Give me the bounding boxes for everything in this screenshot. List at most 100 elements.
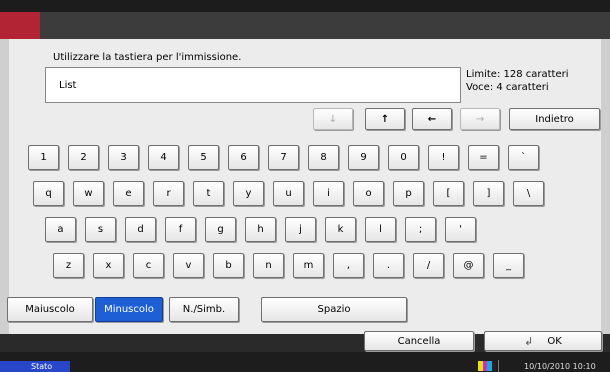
key-label: v (185, 260, 192, 271)
space-button[interactable]: Spazio (261, 297, 407, 322)
key-0-8[interactable]: 9 (348, 145, 379, 170)
key-label: 5 (200, 152, 207, 163)
key-label: z (65, 260, 72, 271)
key-3-9[interactable]: / (413, 253, 444, 278)
key-label: 0 (400, 152, 407, 163)
key-1-3[interactable]: r (153, 181, 184, 206)
text-input[interactable]: List (45, 67, 461, 103)
key-0-6[interactable]: 7 (268, 145, 299, 170)
arrow-down-icon: ↓ (328, 113, 338, 125)
key-1-7[interactable]: i (313, 181, 344, 206)
enter-icon: ↲ (524, 334, 534, 348)
key-label: p (405, 188, 412, 199)
key-3-4[interactable]: b (213, 253, 244, 278)
key-label: b (225, 260, 232, 271)
key-label: , (346, 260, 351, 271)
key-2-2[interactable]: d (125, 217, 156, 242)
key-2-7[interactable]: k (325, 217, 356, 242)
key-0-0[interactable]: 1 (28, 145, 59, 170)
key-2-10[interactable]: ' (445, 217, 476, 242)
cursor-up-button[interactable]: ↑ (365, 108, 405, 130)
symbols-button[interactable]: N./Simb. (169, 297, 239, 322)
key-label: s (97, 224, 104, 235)
key-2-6[interactable]: j (285, 217, 316, 242)
key-1-6[interactable]: u (273, 181, 304, 206)
key-3-2[interactable]: c (133, 253, 164, 278)
symbols-label: N./Simb. (182, 304, 226, 315)
lowercase-label: Minuscolo (104, 304, 154, 315)
key-3-11[interactable]: _ (493, 253, 524, 278)
key-0-1[interactable]: 2 (68, 145, 99, 170)
key-0-11[interactable]: = (468, 145, 499, 170)
key-0-9[interactable]: 0 (388, 145, 419, 170)
header-bar (40, 12, 610, 39)
key-label: ` (521, 152, 526, 163)
cursor-down-button[interactable]: ↓ (313, 108, 353, 130)
key-0-4[interactable]: 5 (188, 145, 219, 170)
key-3-3[interactable]: v (173, 253, 204, 278)
key-2-9[interactable]: ; (405, 217, 436, 242)
key-label: 6 (240, 152, 247, 163)
key-2-1[interactable]: s (85, 217, 116, 242)
cursor-left-button[interactable]: ← (412, 108, 452, 130)
key-2-8[interactable]: l (365, 217, 396, 242)
key-3-6[interactable]: m (293, 253, 324, 278)
key-3-10[interactable]: @ (453, 253, 484, 278)
key-1-2[interactable]: e (113, 181, 144, 206)
key-label: q (45, 188, 52, 199)
key-0-10[interactable]: ! (428, 145, 459, 170)
cancel-button[interactable]: Cancella (364, 331, 474, 351)
key-3-7[interactable]: , (333, 253, 364, 278)
key-label: . (386, 260, 391, 271)
key-label: r (166, 188, 171, 199)
key-1-4[interactable]: t (193, 181, 224, 206)
key-1-1[interactable]: w (73, 181, 104, 206)
key-label: f (178, 224, 183, 235)
key-label: ; (418, 224, 423, 235)
key-2-4[interactable]: g (205, 217, 236, 242)
key-label: / (426, 260, 431, 271)
status-tab[interactable]: Stato (0, 361, 70, 372)
back-button[interactable]: Indietro (509, 108, 600, 130)
key-label: d (137, 224, 144, 235)
key-1-9[interactable]: p (393, 181, 424, 206)
key-1-5[interactable]: y (233, 181, 264, 206)
uppercase-button[interactable]: Maiuscolo (7, 297, 93, 322)
key-2-5[interactable]: h (245, 217, 276, 242)
space-label: Spazio (317, 304, 351, 315)
prompt-text: Utilizzare la tastiera per l'immissione. (53, 52, 242, 63)
key-1-12[interactable]: \ (513, 181, 544, 206)
key-label: y (245, 188, 252, 199)
key-0-5[interactable]: 6 (228, 145, 259, 170)
key-label: [ (446, 188, 451, 199)
key-2-3[interactable]: f (165, 217, 196, 242)
key-label: u (285, 188, 292, 199)
key-2-0[interactable]: a (45, 217, 76, 242)
lowercase-button[interactable]: Minuscolo (95, 297, 163, 322)
arrow-left-icon: ← (427, 113, 437, 125)
key-3-5[interactable]: n (253, 253, 284, 278)
key-0-3[interactable]: 4 (148, 145, 179, 170)
key-1-0[interactable]: q (33, 181, 64, 206)
key-label: @ (463, 260, 474, 271)
key-label: ' (459, 224, 462, 235)
key-3-8[interactable]: . (373, 253, 404, 278)
cursor-right-button[interactable]: → (460, 108, 500, 130)
key-1-10[interactable]: [ (433, 181, 464, 206)
key-label: n (265, 260, 272, 271)
key-label: 7 (280, 152, 287, 163)
key-0-7[interactable]: 8 (308, 145, 339, 170)
key-0-12[interactable]: ` (508, 145, 539, 170)
key-3-1[interactable]: x (93, 253, 124, 278)
arrow-right-icon: → (475, 113, 485, 125)
key-label: _ (506, 260, 511, 271)
key-1-8[interactable]: o (353, 181, 384, 206)
key-label: w (84, 188, 93, 199)
key-3-0[interactable]: z (53, 253, 84, 278)
key-1-11[interactable]: ] (473, 181, 504, 206)
key-label: 1 (40, 152, 47, 163)
ok-button[interactable]: ↲ OK (484, 331, 602, 351)
key-0-2[interactable]: 3 (108, 145, 139, 170)
uppercase-label: Maiuscolo (25, 304, 75, 315)
key-label: m (303, 260, 314, 271)
